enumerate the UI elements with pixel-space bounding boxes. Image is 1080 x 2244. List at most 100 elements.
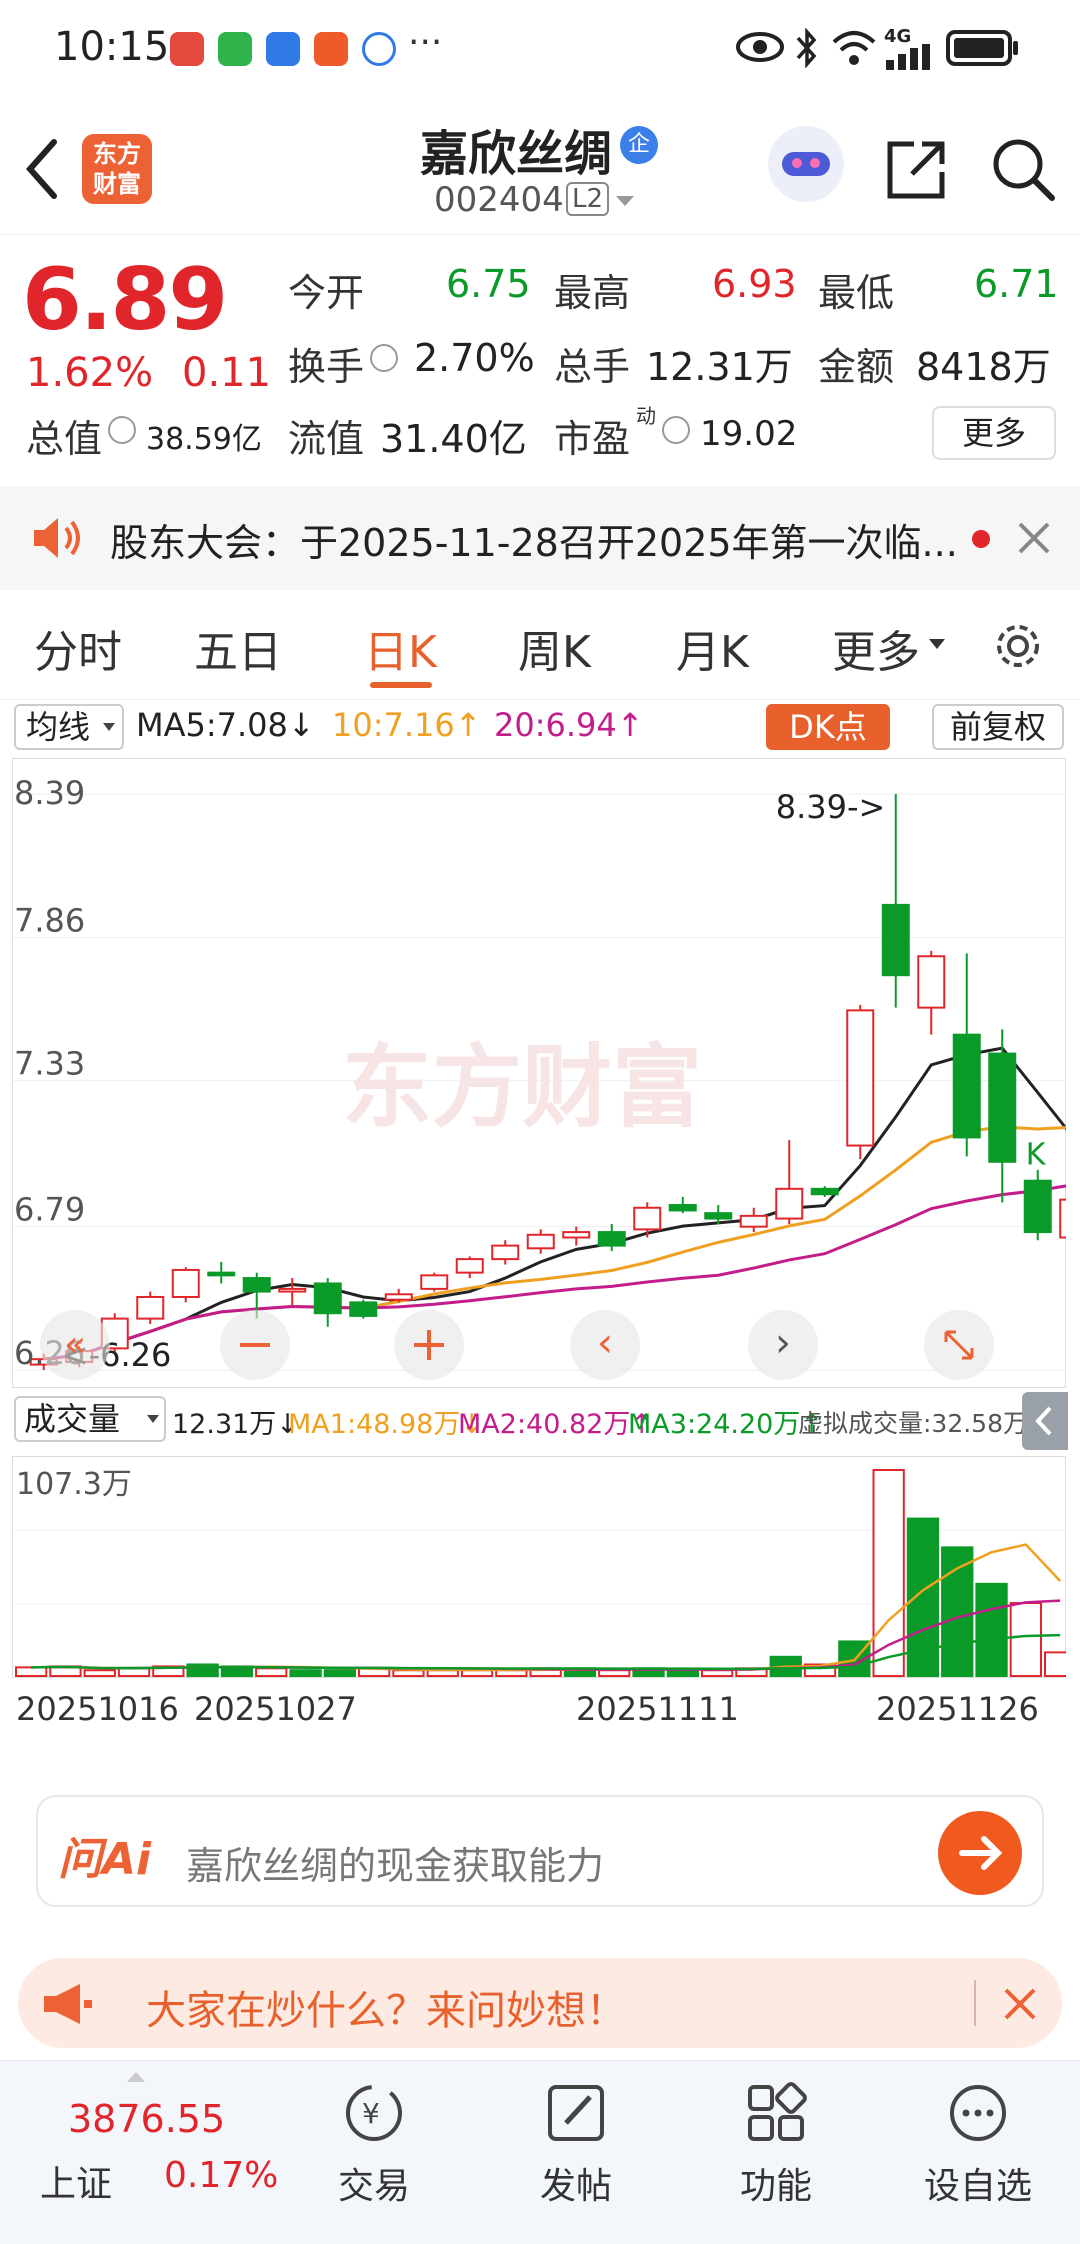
volume-bar — [83, 1669, 116, 1678]
candle — [739, 1214, 768, 1228]
candle — [633, 1206, 662, 1231]
level2-badge[interactable]: L2 — [566, 182, 610, 216]
vol-ma3-legend: MA3:24.20万↑ — [628, 1409, 823, 1440]
vol-ma1-legend: MA1:48.98万↓ — [288, 1409, 483, 1440]
high-value: 6.93 — [712, 262, 797, 306]
watermark: 东方财富 — [342, 1035, 702, 1140]
scroll-start-button[interactable]: « — [40, 1310, 110, 1380]
candle — [846, 1009, 875, 1147]
tab-five-day[interactable]: 五日 — [194, 616, 282, 680]
chevron-down-icon[interactable] — [928, 638, 946, 650]
candle — [562, 1231, 591, 1239]
volume-label: 总手 — [554, 345, 631, 389]
collapse-panel-button[interactable] — [1022, 1392, 1068, 1450]
back-arrow-icon[interactable] — [22, 138, 62, 200]
volume-bar — [666, 1669, 700, 1678]
zoom-in-button[interactable] — [394, 1310, 464, 1380]
close-icon[interactable] — [1002, 1986, 1038, 2022]
info-icon[interactable] — [662, 416, 690, 444]
gear-icon[interactable] — [990, 618, 1046, 674]
candle — [349, 1301, 378, 1317]
more-button[interactable]: 更多 — [932, 406, 1056, 460]
nav-add-watchlist[interactable]: 设自选 — [898, 2081, 1058, 2209]
date-label: 20251016 — [16, 1690, 179, 1728]
wifi-icon — [832, 31, 876, 65]
ma5-legend: MA5:7.08↓ — [136, 706, 315, 744]
virtual-volume: 虚拟成交量:32.58万 — [798, 1409, 1028, 1438]
svg-text:¥: ¥ — [362, 2097, 380, 2130]
pe-dynamic-marker: 动 — [636, 404, 656, 428]
share-icon[interactable] — [884, 138, 948, 202]
close-icon[interactable] — [1016, 520, 1052, 556]
search-icon[interactable] — [990, 136, 1056, 202]
candle — [1059, 1198, 1066, 1239]
date-label: 20251027 — [194, 1690, 357, 1728]
candle — [491, 1244, 520, 1261]
date-label: 20251111 — [576, 1690, 739, 1728]
float-label: 流值 — [288, 417, 365, 461]
candle — [952, 1033, 981, 1139]
low-value: 6.71 — [974, 262, 1059, 306]
float-value: 31.40亿 — [380, 417, 527, 461]
shareholder-notice[interactable]: 股东大会：于2025-11-28召开2025年第一次临... — [0, 486, 1080, 590]
mktcap-label: 总值 — [26, 417, 103, 461]
change-amount: 0.11 — [182, 350, 272, 396]
ai-ask-bar[interactable]: 问Ai 嘉欣丝绸的现金获取能力 — [36, 1795, 1044, 1907]
index-change[interactable]: 0.17% — [164, 2155, 278, 2196]
notification-icon — [170, 32, 204, 66]
volume-bar — [941, 1546, 974, 1677]
chevron-down-icon[interactable] — [614, 194, 636, 208]
next-button[interactable]: › — [748, 1310, 818, 1380]
ai-robot-avatar[interactable] — [768, 126, 844, 202]
dk-point-button[interactable]: DK点 — [766, 704, 890, 750]
megaphone-icon — [44, 1984, 92, 2024]
index-name[interactable]: 上证 — [40, 2155, 112, 2207]
zoom-out-button[interactable] — [220, 1310, 290, 1380]
more-circle-icon — [950, 2085, 1006, 2141]
tab-daily-k[interactable]: 日K — [364, 616, 437, 680]
chevron-down-icon[interactable] — [146, 1414, 160, 1424]
pe-label: 市盈 — [554, 417, 631, 461]
stock-code: 002404 — [434, 180, 564, 220]
info-icon[interactable] — [108, 416, 136, 444]
chevron-down-icon[interactable] — [102, 722, 116, 732]
volume-bar — [15, 1666, 48, 1678]
max-price-annotation: 8.39-> — [776, 788, 886, 826]
active-tab-indicator — [370, 682, 432, 688]
adjust-button[interactable]: 前复权 — [932, 704, 1064, 750]
vol-ma3-line — [31, 1633, 1061, 1671]
volume-bar — [1009, 1602, 1043, 1677]
candle — [597, 1231, 626, 1247]
trade-icon: ¥ — [346, 2085, 402, 2141]
nav-trade[interactable]: ¥ 交易 — [294, 2081, 454, 2209]
k-signal-marker: K — [1026, 1138, 1047, 1173]
high-label: 最高 — [554, 271, 631, 315]
nav-functions[interactable]: 功能 — [696, 2081, 856, 2209]
candle — [526, 1233, 555, 1250]
promo-banner[interactable]: 大家在炒什么？来问妙想！ — [18, 1958, 1062, 2048]
tab-minute[interactable]: 分时 — [34, 616, 122, 680]
index-value[interactable]: 3876.55 — [68, 2097, 225, 2141]
open-label: 今开 — [288, 271, 365, 315]
stock-header: 东方 财富 嘉欣丝绸 企 002404 L2 — [0, 100, 1080, 235]
volume-bar — [289, 1669, 322, 1678]
amount-label: 金额 — [818, 345, 895, 389]
indicator-select[interactable]: 成交量 — [14, 1396, 166, 1442]
ai-send-button[interactable] — [938, 1811, 1022, 1895]
fullscreen-icon[interactable] — [924, 1310, 994, 1380]
tab-weekly-k[interactable]: 周K — [518, 616, 591, 680]
info-icon[interactable] — [370, 344, 398, 372]
ma20-legend: 20:6.94↑ — [494, 706, 644, 744]
nav-post[interactable]: 发帖 — [496, 2081, 656, 2209]
tab-monthly-k[interactable]: 月K — [676, 616, 749, 680]
tab-more[interactable]: 更多 — [832, 616, 920, 680]
stock-name: 嘉欣丝绸 — [420, 126, 613, 182]
prev-button[interactable]: ‹ — [570, 1310, 640, 1380]
ai-question-input[interactable]: 嘉欣丝绸的现金获取能力 — [186, 1835, 604, 1890]
volume-bar — [323, 1669, 357, 1678]
volume-bar — [1044, 1651, 1066, 1678]
wechat-icon — [218, 32, 252, 66]
divider — [974, 1980, 976, 2026]
kline-chart[interactable]: 东方财富 8.397.867.336.796.268.39-><-6.26K — [12, 758, 1066, 1388]
volume-chart[interactable]: 107.3万 — [12, 1456, 1066, 1678]
